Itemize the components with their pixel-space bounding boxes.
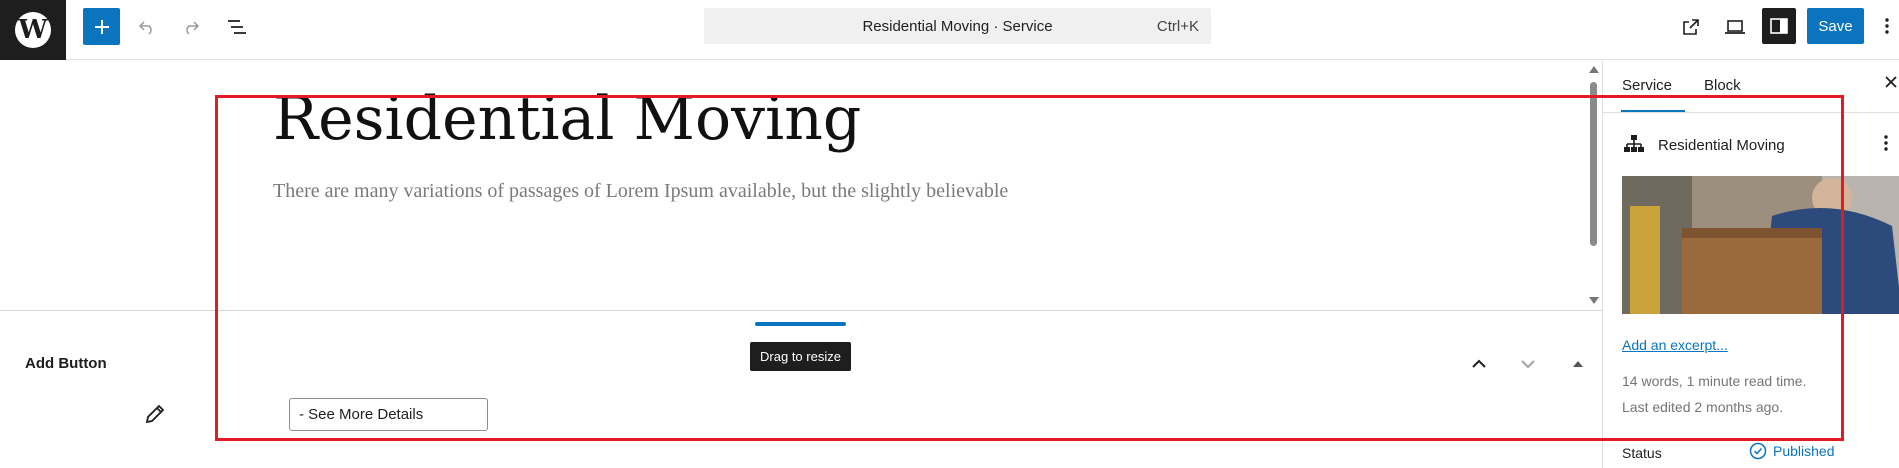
undo-button[interactable]	[128, 8, 165, 45]
options-button[interactable]	[1879, 8, 1895, 44]
sidebar-tab-divider	[1603, 112, 1899, 113]
word-count-text: 14 words, 1 minute read time.	[1622, 373, 1807, 389]
button-text-field[interactable]	[289, 398, 488, 431]
toggle-panel-button[interactable]	[1565, 352, 1591, 376]
sidebar-toggle-icon	[1770, 18, 1788, 34]
move-up-button[interactable]	[1466, 352, 1492, 376]
wordpress-logo-icon[interactable]: W	[0, 0, 66, 60]
last-edited-text: Last edited 2 months ago.	[1622, 399, 1784, 415]
undo-icon	[138, 20, 152, 35]
status-label: Status	[1622, 445, 1662, 461]
move-down-button[interactable]	[1515, 352, 1541, 376]
close-sidebar-button[interactable]	[1884, 75, 1899, 91]
view-post-button[interactable]	[1672, 8, 1709, 45]
post-excerpt-text[interactable]: There are many variations of passages of…	[273, 180, 1008, 203]
canvas-scrollbar-thumb[interactable]	[1590, 82, 1597, 246]
redo-icon	[185, 20, 199, 35]
list-view-button[interactable]	[218, 8, 255, 45]
status-dropdown[interactable]: Published	[1749, 442, 1835, 460]
laptop-icon	[1724, 19, 1745, 34]
device-preview-button[interactable]	[1716, 8, 1753, 45]
published-check-icon	[1749, 442, 1767, 460]
post-type-icon	[1623, 134, 1645, 159]
tab-block[interactable]: Block	[1704, 77, 1741, 94]
shortcut-hint: Ctrl+K	[1156, 18, 1199, 35]
external-link-icon	[1682, 18, 1699, 35]
scroll-up-arrow-icon[interactable]	[1589, 66, 1599, 73]
status-value: Published	[1773, 443, 1835, 459]
document-title: Residential Moving · Service	[862, 18, 1053, 35]
more-vertical-icon	[1884, 135, 1888, 151]
canvas-divider	[0, 310, 1602, 311]
redo-button[interactable]	[172, 8, 209, 45]
save-button[interactable]: Save	[1807, 8, 1864, 44]
command-palette-bar[interactable]: Residential Moving · Service Ctrl+K	[704, 8, 1211, 44]
resize-tooltip: Drag to resize	[750, 342, 851, 371]
list-view-icon	[227, 19, 246, 34]
resize-handle[interactable]	[755, 322, 846, 326]
post-actions-button[interactable]	[1884, 134, 1894, 156]
tab-service[interactable]: Service	[1622, 77, 1672, 94]
pencil-icon[interactable]	[143, 402, 167, 426]
add-excerpt-link[interactable]: Add an excerpt...	[1622, 337, 1728, 353]
plus-icon	[94, 19, 109, 34]
featured-image[interactable]	[1622, 176, 1899, 314]
close-icon	[1885, 76, 1897, 88]
settings-sidebar: Service Block Residential Moving Add an …	[1602, 61, 1899, 468]
scroll-down-arrow-icon[interactable]	[1589, 297, 1599, 304]
post-title[interactable]: Residential Moving	[273, 84, 861, 154]
meta-box-title[interactable]: Add Button	[25, 355, 107, 372]
more-vertical-icon	[1885, 18, 1889, 34]
chevron-down-icon	[1521, 360, 1535, 369]
chevron-up-icon	[1472, 359, 1486, 368]
editor-toolbar: W Residential Moving · Service Ctrl+K Sa…	[0, 0, 1899, 60]
add-block-button[interactable]	[83, 8, 120, 45]
settings-toggle-button[interactable]	[1762, 8, 1796, 44]
sidebar-post-name: Residential Moving	[1658, 137, 1785, 154]
caret-up-icon	[1573, 361, 1583, 367]
